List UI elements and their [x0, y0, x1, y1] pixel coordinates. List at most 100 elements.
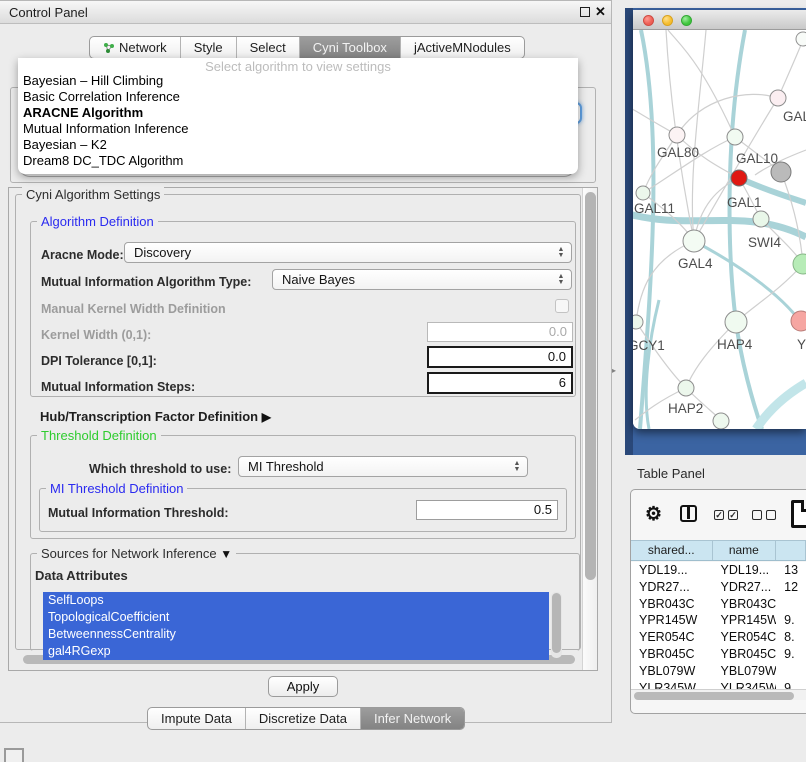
table-rows: YDL19...YDL19...13YDR27...YDR27...12YBR0…: [631, 562, 806, 689]
deselect-all-icon[interactable]: [766, 510, 776, 520]
tab-cyni-toolbox[interactable]: Cyni Toolbox: [299, 37, 400, 58]
mi-algorithm-type-combo[interactable]: Naive Bayes ▲▼: [272, 269, 572, 290]
divider-collapse-handle[interactable]: ▸: [612, 366, 616, 375]
deselect-all-icon[interactable]: [752, 510, 762, 520]
algorithm-option[interactable]: ARACNE Algorithm: [18, 105, 578, 121]
table-row[interactable]: YDL19...YDL19...13: [631, 562, 806, 579]
table-cell: YBL079W: [631, 663, 713, 680]
network-node-y[interactable]: [791, 311, 806, 331]
attribute-item[interactable]: BetweennessCentrality: [43, 626, 549, 643]
network-node[interactable]: [713, 413, 729, 429]
hub-definition-toggle[interactable]: Hub/Transcription Factor Definition ▶: [40, 409, 271, 424]
vertical-scrollbar[interactable]: [582, 188, 597, 670]
node-label: SWI4: [748, 235, 781, 250]
network-edge[interactable]: [677, 94, 778, 135]
table-cell: 13: [776, 562, 806, 579]
network-node[interactable]: [793, 254, 806, 274]
network-node-gal[interactable]: [770, 90, 786, 106]
attribute-item[interactable]: SelfLoops: [43, 592, 549, 609]
network-node-gal1[interactable]: [731, 170, 747, 186]
cyni-settings-group-title: Cyni Algorithm Settings: [22, 187, 164, 202]
tab-infer-network[interactable]: Infer Network: [360, 708, 464, 729]
column-header[interactable]: shared...: [631, 541, 713, 560]
attributes-scrollbar[interactable]: [551, 592, 562, 658]
network-edge[interactable]: [694, 241, 806, 330]
document-icon[interactable]: [791, 500, 806, 528]
network-node-hap4[interactable]: [725, 311, 747, 333]
network-canvas[interactable]: GALGAL80GAL10GAL1GAL11SWI4GAL4GCY1HAP4YH…: [633, 30, 806, 429]
network-edge[interactable]: [633, 213, 806, 237]
data-attributes-list[interactable]: SelfLoopsTopologicalCoefficientBetweenne…: [43, 592, 549, 660]
network-node-gal10[interactable]: [727, 129, 743, 145]
network-node-swi4[interactable]: [753, 211, 769, 227]
which-threshold-combo[interactable]: MI Threshold ▲▼: [238, 456, 528, 477]
table-cell: YLR345W: [631, 680, 713, 689]
table-row[interactable]: YBR045CYBR045C9.: [631, 646, 806, 663]
columns-icon[interactable]: [680, 505, 697, 522]
algorithm-option[interactable]: Bayesian – Hill Climbing: [18, 73, 578, 89]
table-horizontal-scrollbar[interactable]: [631, 689, 806, 700]
column-header[interactable]: name: [713, 541, 777, 560]
table-row[interactable]: YBR043CYBR043C: [631, 596, 806, 613]
tab-style[interactable]: Style: [180, 37, 236, 58]
control-panel: Control Panel ✕ NetworkStyleSelectCyni T…: [0, 0, 612, 723]
close-panel-icon[interactable]: ✕: [595, 4, 606, 20]
network-edge[interactable]: [643, 135, 677, 193]
network-window[interactable]: GALGAL80GAL10GAL1GAL11SWI4GAL4GCY1HAP4YH…: [633, 10, 806, 429]
mi-steps-field[interactable]: 6: [427, 372, 573, 394]
network-edge[interactable]: [756, 383, 806, 429]
network-node-hap2[interactable]: [678, 380, 694, 396]
manual-kernel-label: Manual Kernel Width Definition: [41, 302, 226, 316]
column-header[interactable]: [776, 541, 806, 560]
network-edge[interactable]: [668, 30, 735, 137]
table-row[interactable]: YLR345WYLR345W9.: [631, 680, 806, 689]
minimize-window-icon[interactable]: [662, 15, 673, 26]
network-node-gcy1[interactable]: [633, 315, 643, 329]
minimized-panel-icon[interactable]: [4, 748, 24, 762]
attribute-item[interactable]: gal4RGexp: [43, 643, 549, 660]
tab-label: jActiveMNodules: [414, 40, 511, 55]
table-row[interactable]: YDR27...YDR27...12: [631, 579, 806, 596]
aracne-mode-label: Aracne Mode:: [41, 248, 124, 262]
network-node-gal80[interactable]: [669, 127, 685, 143]
tab-network[interactable]: Network: [90, 37, 180, 58]
vertical-scrollbar-thumb[interactable]: [585, 192, 596, 580]
close-window-icon[interactable]: [643, 15, 654, 26]
tab-select[interactable]: Select: [236, 37, 299, 58]
network-view-panel: GALGAL80GAL10GAL1GAL11SWI4GAL4GCY1HAP4YH…: [625, 8, 806, 455]
aracne-mode-combo[interactable]: Discovery ▲▼: [124, 242, 572, 263]
table-cell: YDR27...: [713, 579, 777, 596]
network-edge[interactable]: [778, 40, 803, 98]
algorithm-option[interactable]: Bayesian – K2: [18, 137, 578, 153]
network-edge[interactable]: [686, 322, 736, 388]
algorithm-option[interactable]: Dream8 DC_TDC Algorithm: [18, 153, 578, 169]
float-panel-icon[interactable]: [580, 7, 590, 17]
tab-discretize-data[interactable]: Discretize Data: [245, 708, 360, 729]
zoom-window-icon[interactable]: [681, 15, 692, 26]
table-row[interactable]: YPR145WYPR145W9.: [631, 612, 806, 629]
gear-icon[interactable]: ⚙: [645, 503, 662, 526]
table-cell: YBR043C: [713, 596, 777, 613]
control-panel-tab-bar: NetworkStyleSelectCyni Toolbox jActiveMNo…: [89, 36, 525, 59]
apply-button[interactable]: Apply: [268, 676, 338, 697]
tab-impute-data[interactable]: Impute Data: [148, 708, 245, 729]
dpi-tolerance-field[interactable]: 0.0: [427, 346, 573, 368]
algorithm-option[interactable]: Basic Correlation Inference: [18, 89, 578, 105]
table-row[interactable]: YBL079WYBL079W: [631, 663, 806, 680]
kernel-width-field[interactable]: 0.0: [427, 322, 573, 342]
manual-kernel-checkbox[interactable]: [555, 299, 569, 313]
algorithm-option[interactable]: Mutual Information Inference: [18, 121, 578, 137]
select-all-checked-icon[interactable]: ✓: [728, 510, 738, 520]
network-node-gal4[interactable]: [683, 230, 705, 252]
mi-threshold-field[interactable]: 0.5: [416, 500, 558, 520]
tab-jactivemnodules[interactable]: jActiveMNodules: [400, 37, 524, 58]
network-icon: [103, 42, 115, 54]
network-node[interactable]: [771, 162, 791, 182]
sources-group-title[interactable]: Sources for Network Inference ▼: [37, 546, 236, 561]
select-all-checked-icon[interactable]: ✓: [714, 510, 724, 520]
attribute-item[interactable]: TopologicalCoefficient: [43, 609, 549, 626]
table-row[interactable]: YER054CYER054C8.: [631, 629, 806, 646]
network-node[interactable]: [796, 32, 806, 46]
network-node-gal11[interactable]: [636, 186, 650, 200]
network-edge[interactable]: [636, 241, 694, 322]
